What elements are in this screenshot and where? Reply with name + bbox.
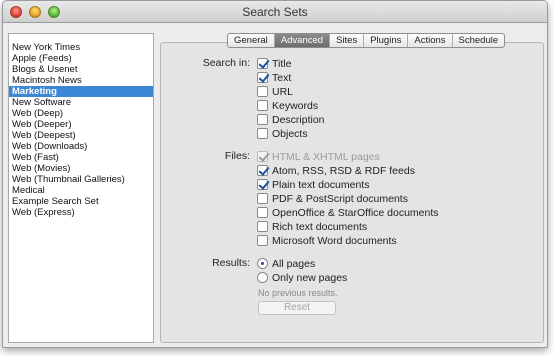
tab-bar: General Advanced Sites Plugins Actions S… — [227, 33, 506, 48]
pdf-postscript-checkbox[interactable] — [257, 193, 268, 204]
sidebar-item-web-deeper[interactable]: Web (Deeper) — [9, 119, 153, 130]
plain-text-checkbox[interactable] — [257, 179, 268, 190]
url-checkbox[interactable] — [257, 86, 268, 97]
sidebar-item-web-deepest[interactable]: Web (Deepest) — [9, 130, 153, 141]
tab-schedule[interactable]: Schedule — [453, 34, 505, 47]
html-xhtml-checkbox — [257, 151, 268, 162]
rich-text-checkbox[interactable] — [257, 221, 268, 232]
results-label: Results: — [212, 257, 250, 269]
sidebar-item-new-york-times[interactable]: New York Times — [9, 42, 153, 53]
feeds-checkbox-label: Atom, RSS, RSD & RDF feeds — [272, 164, 415, 177]
files-word-option[interactable]: Microsoft Word documents — [257, 234, 397, 247]
url-checkbox-label: URL — [272, 85, 294, 98]
files-html-option: HTML & XHTML pages — [257, 150, 380, 163]
tab-sites[interactable]: Sites — [330, 34, 365, 47]
objects-checkbox-label: Objects — [272, 127, 308, 140]
search-in-keywords-option[interactable]: Keywords — [257, 99, 318, 112]
new-pages-radio-label: Only new pages — [272, 271, 348, 284]
tab-plugins[interactable]: Plugins — [364, 34, 409, 47]
word-checkbox[interactable] — [257, 235, 268, 246]
search-in-text-option[interactable]: Text — [257, 71, 291, 84]
sidebar-item-web-movies[interactable]: Web (Movies) — [9, 163, 153, 174]
description-checkbox-label: Description — [272, 113, 325, 126]
sidebar-item-medical[interactable]: Medical — [9, 185, 153, 196]
title-bar: Search Sets — [3, 1, 547, 23]
search-in-url-option[interactable]: URL — [257, 85, 293, 98]
text-checkbox[interactable] — [257, 72, 268, 83]
objects-checkbox[interactable] — [257, 128, 268, 139]
all-pages-radio-label: All pages — [272, 257, 316, 270]
search-in-label: Search in: — [202, 57, 250, 69]
html-xhtml-checkbox-label: HTML & XHTML pages — [272, 150, 380, 163]
word-checkbox-label: Microsoft Word documents — [272, 234, 397, 247]
results-new-pages-option[interactable]: Only new pages — [257, 271, 347, 284]
files-label: Files: — [224, 150, 250, 162]
sidebar-item-macintosh-news[interactable]: Macintosh News — [9, 75, 153, 86]
files-feeds-option[interactable]: Atom, RSS, RSD & RDF feeds — [257, 164, 415, 177]
sidebar-item-web-deep[interactable]: Web (Deep) — [9, 108, 153, 119]
sidebar-item-new-software[interactable]: New Software — [9, 97, 153, 108]
title-checkbox[interactable] — [257, 58, 268, 69]
files-rich-text-option[interactable]: Rich text documents — [257, 220, 367, 233]
openoffice-checkbox[interactable] — [257, 207, 268, 218]
new-pages-radio[interactable] — [257, 272, 268, 283]
sidebar-item-example-search-set[interactable]: Example Search Set — [9, 196, 153, 207]
results-all-pages-option[interactable]: All pages — [257, 257, 315, 270]
keywords-checkbox[interactable] — [257, 100, 268, 111]
text-checkbox-label: Text — [272, 71, 292, 84]
files-openoffice-option[interactable]: OpenOffice & StarOffice documents — [257, 206, 439, 219]
openoffice-checkbox-label: OpenOffice & StarOffice documents — [272, 206, 439, 219]
tab-advanced[interactable]: Advanced — [274, 34, 331, 47]
sidebar-item-marketing[interactable]: Marketing — [9, 86, 153, 97]
feeds-checkbox[interactable] — [257, 165, 268, 176]
sidebar-item-web-express[interactable]: Web (Express) — [9, 207, 153, 218]
search-in-objects-option[interactable]: Objects — [257, 127, 308, 140]
tab-actions[interactable]: Actions — [408, 34, 453, 47]
description-checkbox[interactable] — [257, 114, 268, 125]
tab-general[interactable]: General — [228, 34, 275, 47]
files-plain-text-option[interactable]: Plain text documents — [257, 178, 369, 191]
rich-text-checkbox-label: Rich text documents — [272, 220, 368, 233]
search-in-title-option[interactable]: Title — [257, 57, 291, 70]
search-set-list[interactable]: New York Times Apple (Feeds) Blogs & Use… — [8, 33, 154, 343]
pdf-postscript-checkbox-label: PDF & PostScript documents — [272, 192, 408, 205]
title-checkbox-label: Title — [272, 57, 292, 70]
all-pages-radio[interactable] — [257, 258, 268, 269]
keywords-checkbox-label: Keywords — [272, 99, 319, 112]
sidebar-item-web-thumbnail-galleries[interactable]: Web (Thumbnail Galleries) — [9, 174, 153, 185]
plain-text-checkbox-label: Plain text documents — [272, 178, 370, 191]
search-in-description-option[interactable]: Description — [257, 113, 325, 126]
files-pdf-option[interactable]: PDF & PostScript documents — [257, 192, 408, 205]
window-title: Search Sets — [242, 5, 308, 19]
reset-button: Reset — [258, 301, 336, 315]
results-status-note: No previous results. — [258, 288, 338, 298]
